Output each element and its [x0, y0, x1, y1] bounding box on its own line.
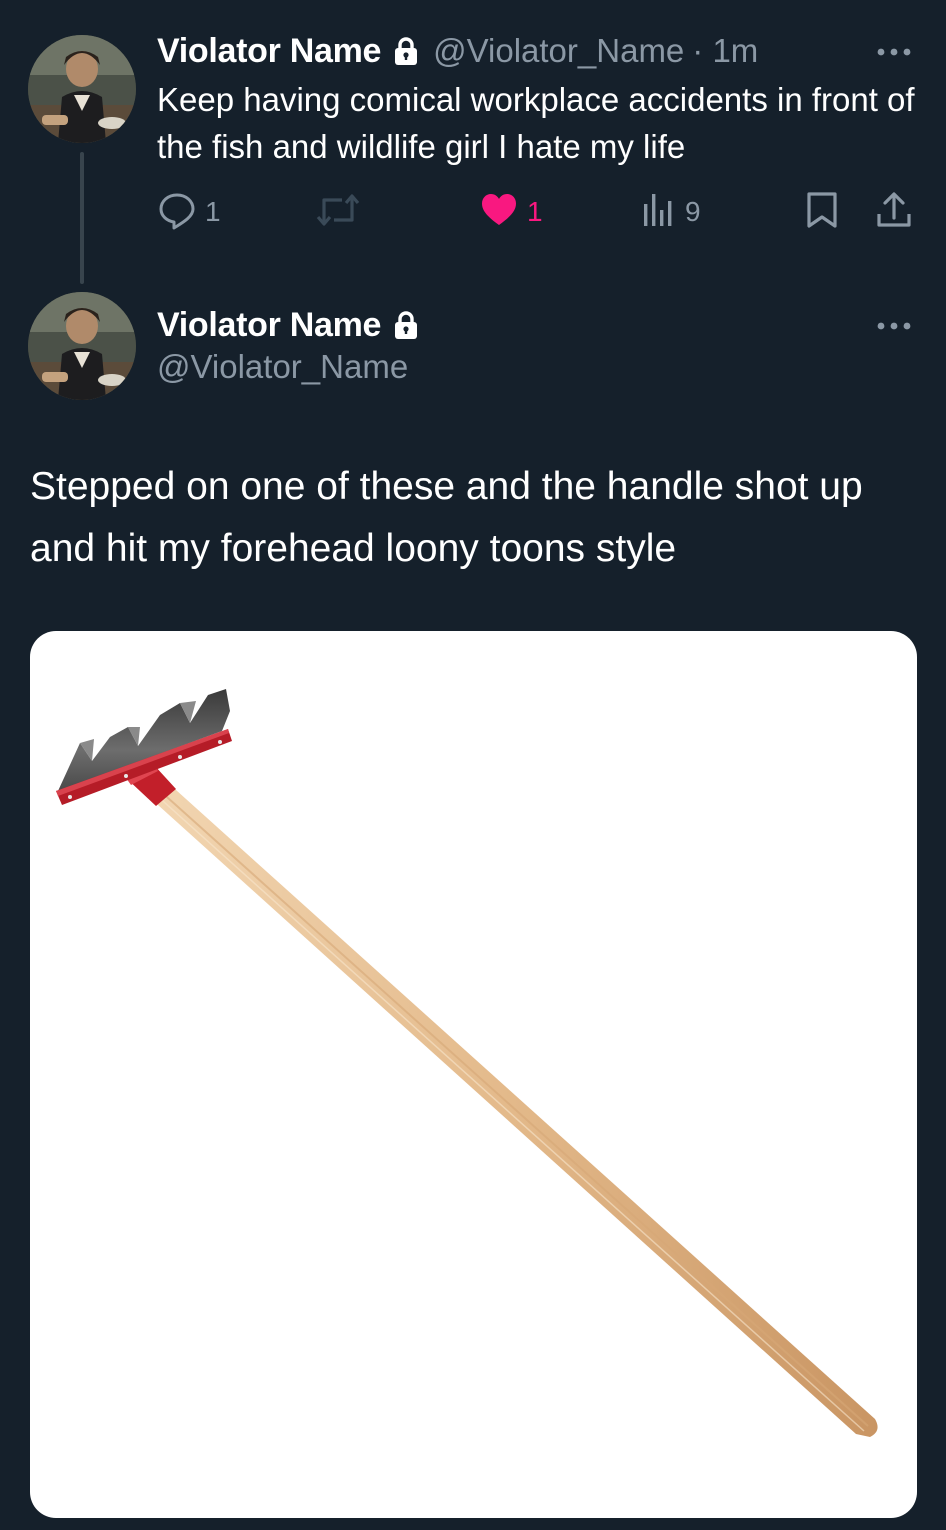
rake-image	[56, 689, 878, 1437]
heart-filled-icon	[479, 190, 519, 235]
tweet-timestamp[interactable]: · 1m	[692, 32, 758, 70]
avatar[interactable]	[28, 35, 136, 143]
parent-tweet[interactable]: Violator Name @Violator_Name · 1m Keep h…	[0, 0, 946, 290]
bookmark-icon	[805, 190, 839, 235]
retweet-button[interactable]	[315, 190, 369, 234]
focused-tweet: Violator Name @Violator_Name Stepped on …	[0, 290, 946, 1530]
reply-icon	[157, 190, 197, 235]
reply-count: 1	[205, 196, 221, 227]
retweet-icon	[315, 190, 361, 235]
tweet-text: Stepped on one of these and the handle s…	[30, 465, 863, 570]
like-button[interactable]: 1	[479, 190, 543, 234]
views-icon	[641, 190, 677, 235]
thread-connector-line	[80, 152, 84, 284]
tweet-header: Violator Name	[157, 302, 419, 348]
more-icon[interactable]	[876, 318, 912, 330]
author-handle[interactable]: @Violator_Name	[157, 348, 408, 386]
tweet-header: Violator Name @Violator_Name · 1m	[157, 28, 758, 74]
views-count: 9	[685, 196, 701, 227]
tweet-thread-view: Violator Name @Violator_Name · 1m Keep h…	[0, 0, 946, 1530]
avatar-photo	[28, 35, 136, 143]
tweet-action-bar: 1 1 9	[157, 190, 917, 234]
bookmark-button[interactable]	[805, 190, 839, 234]
share-icon	[875, 190, 913, 235]
more-icon[interactable]	[876, 44, 912, 56]
author-display-name[interactable]: Violator Name	[157, 32, 381, 71]
author-display-name[interactable]: Violator Name	[157, 306, 381, 345]
tweet-text: Keep having comical workplace accidents …	[157, 81, 915, 165]
avatar-photo	[28, 292, 136, 400]
reply-button[interactable]: 1	[157, 190, 221, 234]
lock-icon	[393, 310, 419, 340]
tweet-media-image[interactable]	[30, 631, 917, 1518]
lock-icon	[393, 36, 419, 66]
avatar[interactable]	[28, 292, 136, 400]
share-button[interactable]	[875, 190, 913, 234]
author-handle[interactable]: @Violator_Name	[433, 32, 684, 70]
like-count: 1	[527, 196, 543, 227]
views-button[interactable]: 9	[641, 190, 701, 234]
